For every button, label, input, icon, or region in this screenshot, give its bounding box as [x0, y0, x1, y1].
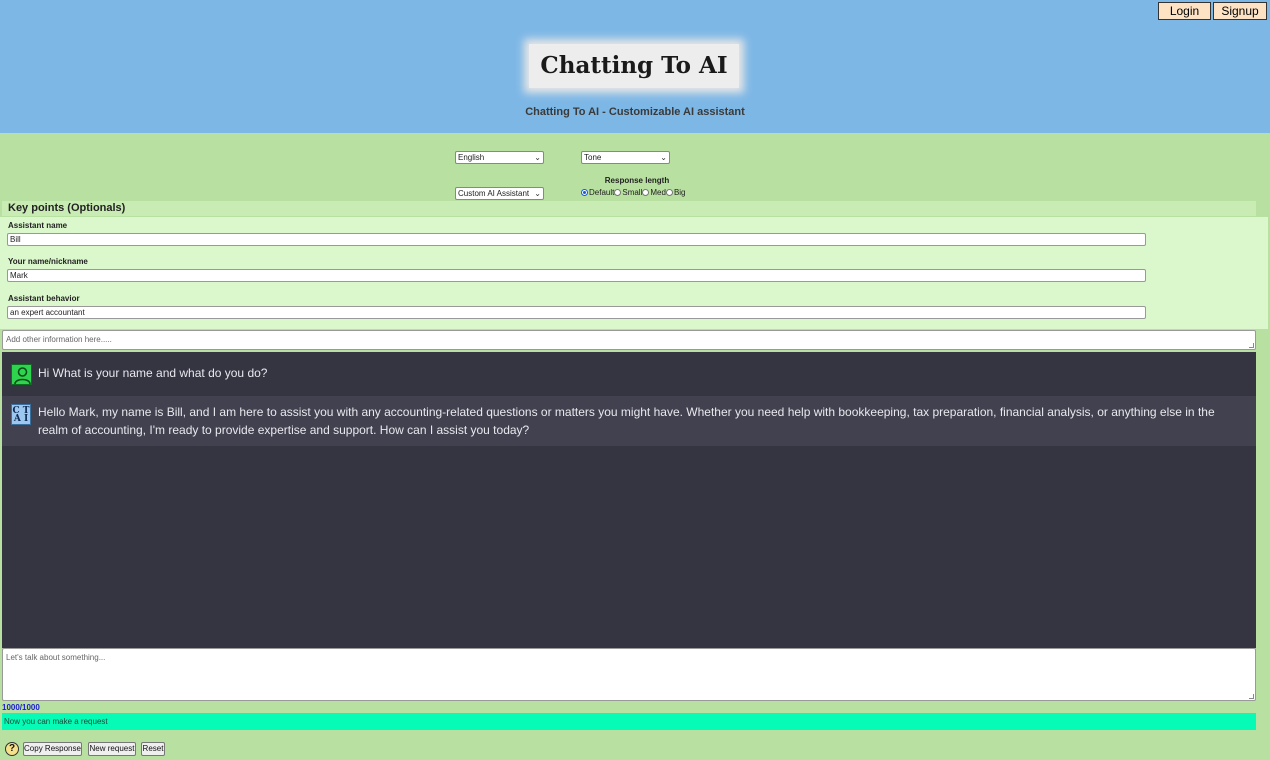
- other-info-placeholder: Add other information here.....: [6, 335, 112, 344]
- language-select[interactable]: English ⌄: [455, 151, 544, 164]
- radio-big[interactable]: [665, 189, 673, 196]
- chat-message-ai: C TA I Hello Mark, my name is Bill, and …: [2, 396, 1256, 446]
- chevron-down-icon: ⌄: [534, 189, 541, 198]
- chevron-down-icon: ⌄: [534, 153, 541, 162]
- ai-message-text: Hello Mark, my name is Bill, and I am he…: [38, 405, 1215, 437]
- message-input[interactable]: Let's talk about something...: [2, 648, 1256, 701]
- radio-med-label: Med: [650, 188, 666, 197]
- site-logo: Chatting To AI: [529, 44, 739, 88]
- header: Login Signup Chatting To AI Chatting To …: [0, 0, 1270, 133]
- tone-select-value: Tone: [584, 153, 602, 162]
- assistant-behavior-label: Assistant behavior: [8, 294, 80, 303]
- radio-small-label: Small: [622, 188, 643, 197]
- radio-default-label: Default: [589, 188, 615, 197]
- user-message-text: Hi What is your name and what do you do?: [38, 366, 268, 380]
- assistant-behavior-input[interactable]: an expert accountant: [7, 306, 1146, 319]
- login-button[interactable]: Login: [1158, 2, 1211, 20]
- assistant-name-label: Assistant name: [8, 221, 68, 230]
- help-icon[interactable]: ?: [5, 742, 19, 756]
- language-select-value: English: [458, 153, 485, 162]
- your-name-input[interactable]: Mark: [7, 269, 1146, 282]
- assistant-type-select-value: Custom AI Assistant: [458, 189, 530, 198]
- site-subtitle: Chatting To AI - Customizable AI assista…: [525, 106, 745, 118]
- key-points-title: Key points (Optionals): [2, 201, 1256, 216]
- assistant-name-input[interactable]: Bill: [7, 233, 1146, 246]
- radio-med[interactable]: [642, 189, 650, 196]
- resize-grip-icon[interactable]: [1249, 343, 1254, 348]
- your-name-label: Your name/nickname: [8, 257, 88, 266]
- other-info-textarea[interactable]: Add other information here.....: [2, 330, 1256, 350]
- chat-message-user: Hi What is your name and what do you do?: [2, 357, 1256, 391]
- copy-response-button[interactable]: Copy Response: [23, 742, 82, 756]
- user-icon: [11, 364, 32, 385]
- key-points-panel: Assistant name Bill Your name/nickname M…: [0, 217, 1268, 329]
- radio-small[interactable]: [614, 189, 622, 196]
- chevron-down-icon: ⌄: [660, 153, 667, 162]
- radio-big-label: Big: [673, 188, 686, 197]
- message-input-placeholder: Let's talk about something...: [6, 653, 106, 662]
- assistant-type-select[interactable]: Custom AI Assistant ⌄: [455, 187, 544, 200]
- status-bar: Now you can make a request: [2, 713, 1256, 730]
- tone-select[interactable]: Tone ⌄: [581, 151, 670, 164]
- response-length-group: Default Small Med Big: [581, 188, 686, 197]
- chat-window: Hi What is your name and what do you do?…: [2, 352, 1256, 648]
- char-counter: 1000/1000: [2, 703, 40, 712]
- response-length-label: Response length: [604, 176, 670, 185]
- ai-logo-icon: C TA I: [11, 404, 31, 425]
- signup-button[interactable]: Signup: [1213, 2, 1267, 20]
- new-request-button[interactable]: New request: [88, 742, 136, 756]
- reset-button[interactable]: Reset: [141, 742, 165, 756]
- resize-grip-icon[interactable]: [1249, 694, 1254, 699]
- radio-default[interactable]: [581, 189, 588, 196]
